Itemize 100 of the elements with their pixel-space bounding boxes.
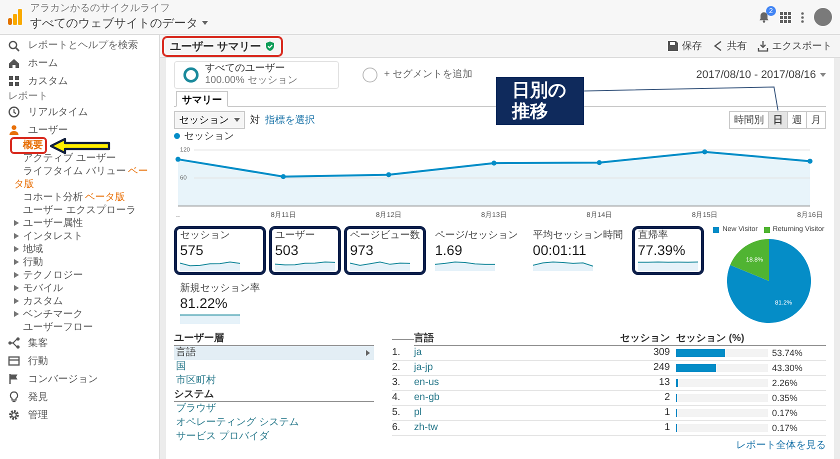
- row-number: 1.: [392, 346, 414, 361]
- row-number: 3.: [392, 376, 414, 391]
- nav-subitem[interactable]: コホート分析 ベータ版: [10, 191, 129, 204]
- sparkline: [532, 259, 593, 271]
- nav-subitem[interactable]: アクティブ ユーザー: [10, 152, 120, 165]
- data-point: [596, 160, 602, 166]
- column-header: セッション (%): [676, 332, 826, 346]
- nav-subitem[interactable]: モバイル: [10, 282, 67, 295]
- nav-subitem[interactable]: 行動: [10, 256, 47, 269]
- search-icon: [8, 40, 20, 52]
- nav-item[interactable]: ホーム: [0, 54, 159, 72]
- circle-icon: [362, 67, 378, 83]
- nav-subitem[interactable]: ベンチマーク: [10, 308, 87, 321]
- caret-icon: [202, 21, 208, 25]
- column-header: 言語: [414, 332, 616, 346]
- row-number: 5.: [392, 406, 414, 421]
- chevron-icon: [366, 350, 370, 356]
- full-report-link[interactable]: レポート全体を見る: [736, 438, 826, 452]
- save-icon: [667, 40, 679, 52]
- beta-label: ベータ版: [85, 192, 125, 203]
- nav-item[interactable]: 発見: [0, 388, 159, 406]
- nav-subitem[interactable]: ユーザーフロー: [10, 321, 97, 334]
- sparkline: [435, 259, 495, 271]
- table-cell: 2.26%: [772, 378, 798, 388]
- nav-subitem[interactable]: ユーザー エクスプローラ: [10, 204, 140, 217]
- nav-subitem[interactable]: ユーザー属性: [10, 217, 87, 230]
- metric-value: 973: [350, 243, 374, 258]
- nav-subitem[interactable]: ライフタイム バリュー ベータ版: [10, 165, 156, 191]
- granularity-button[interactable]: 日: [768, 110, 788, 128]
- table-cell[interactable]: zh-tw: [414, 421, 616, 436]
- table-cell: 53.74%: [772, 348, 803, 358]
- bell-icon: [758, 11, 770, 23]
- table-cell[interactable]: pl: [414, 406, 616, 421]
- metric-label: セッション: [180, 230, 231, 242]
- table-cell[interactable]: ja: [414, 346, 616, 361]
- nav-item[interactable]: ユーザー: [0, 121, 159, 139]
- clock-icon: [8, 106, 20, 118]
- data-point: [176, 156, 180, 162]
- nav-item[interactable]: コンバージョン: [0, 370, 159, 388]
- granularity-button[interactable]: 月: [806, 110, 826, 128]
- account-name: アラカンかるのサイクルライフ: [30, 3, 171, 15]
- property-selector[interactable]: すべてのウェブサイトのデータ: [30, 15, 198, 31]
- dimension-item[interactable]: 国: [174, 360, 374, 374]
- date-range-picker[interactable]: 2017/08/10 - 2017/08/16: [696, 69, 826, 81]
- pointer-arrow: [49, 138, 111, 154]
- row-number: 4.: [392, 391, 414, 406]
- nav-item[interactable]: カスタム: [0, 72, 159, 90]
- nav-item[interactable]: リアルタイム: [0, 103, 159, 121]
- caret-icon: [820, 73, 826, 77]
- action-button[interactable]: 保存: [667, 39, 702, 53]
- data-point: [492, 160, 496, 166]
- avatar[interactable]: [814, 8, 832, 26]
- table-cell: 43.30%: [772, 363, 803, 373]
- data-point: [386, 172, 392, 178]
- metric-value: 503: [275, 243, 300, 258]
- sparkline: [350, 259, 410, 271]
- nav-item[interactable]: 集客: [0, 334, 159, 352]
- action-button[interactable]: エクスポート: [757, 39, 832, 53]
- segment-card[interactable]: すべてのユーザー 100.00% セッション: [174, 61, 339, 89]
- share-icon: [712, 40, 724, 52]
- metric-label: ユーザー: [275, 230, 316, 242]
- nav-subitem[interactable]: テクノロジー: [10, 269, 87, 282]
- group-heading: システム: [174, 388, 374, 402]
- metric-label: ページ/セッション: [435, 230, 518, 242]
- table-cell: 0.35%: [772, 393, 798, 403]
- person-icon: [8, 124, 20, 136]
- metric-dropdown[interactable]: セッション: [174, 110, 245, 128]
- table-cell: 0.17%: [772, 408, 798, 418]
- data-point: [808, 158, 812, 164]
- nav-item[interactable]: 管理: [0, 406, 159, 424]
- row-number: 6.: [392, 421, 414, 436]
- nav-item[interactable]: 行動: [0, 352, 159, 370]
- dimension-item[interactable]: 言語: [174, 346, 374, 360]
- granularity-button[interactable]: 週: [787, 110, 807, 128]
- home-icon: [8, 57, 20, 69]
- nav-subitem[interactable]: インタレスト: [10, 230, 87, 243]
- circle-icon: [183, 67, 199, 83]
- apps-icon: [780, 12, 791, 22]
- sparkline: [180, 259, 240, 271]
- tab[interactable]: サマリー: [176, 91, 228, 107]
- table-cell[interactable]: ja-jp: [414, 361, 616, 376]
- sparkline: [638, 259, 698, 271]
- nav-subitem[interactable]: カスタム: [10, 295, 67, 308]
- dimension-item[interactable]: サービス プロバイダ: [174, 430, 374, 444]
- logo-icon: [8, 9, 22, 25]
- metric-value: 575: [180, 243, 204, 258]
- segment-detail: 100.00% セッション: [205, 75, 298, 87]
- dimension-item[interactable]: オペレーティング システム: [174, 416, 374, 430]
- versus-label: 対: [250, 114, 260, 126]
- metric-label: 平均セッション時間: [532, 230, 623, 242]
- dimension-item[interactable]: 市区町村: [174, 374, 374, 388]
- nav-subitem[interactable]: 地域: [10, 243, 47, 256]
- table-cell[interactable]: en-us: [414, 376, 616, 391]
- action-button[interactable]: 共有: [712, 39, 747, 53]
- table-cell[interactable]: en-gb: [414, 391, 616, 406]
- granularity-button[interactable]: 時間別: [729, 110, 769, 128]
- dimension-item[interactable]: ブラウザ: [174, 402, 374, 416]
- table-cell: 0.17%: [772, 423, 798, 433]
- select-metric-link[interactable]: 指標を選択: [265, 112, 315, 126]
- legend-label: セッション: [184, 130, 234, 142]
